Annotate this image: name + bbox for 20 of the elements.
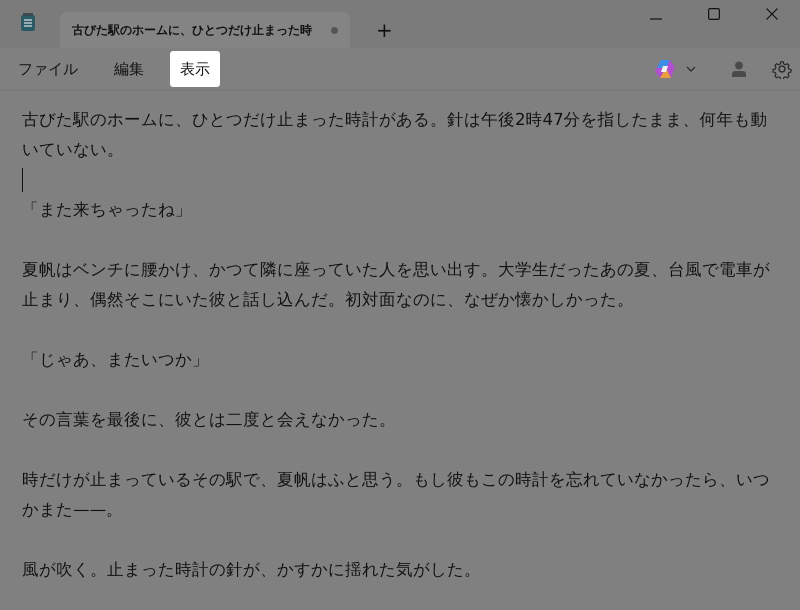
text-paragraph: 「また来ちゃったね」	[22, 199, 193, 221]
settings-icon[interactable]	[772, 59, 792, 79]
menu-item[interactable]: 編集	[104, 51, 154, 87]
chevron-down-icon[interactable]	[686, 66, 696, 72]
text-paragraph: 風が吹く。止まった時計の針が、かすかに揺れた気がした。	[22, 559, 482, 581]
document-tab[interactable]: 古びた駅のホームに、ひとつだけ止まった時	[60, 12, 350, 48]
text-paragraph: 夏帆はベンチに腰かけ、かつて隣に座っていた人を思い出す。大学生だったあの夏、台風で電車が止まり、偶然そこにいた彼と話し込んだ。初対面なのに、なぜか懐かしかった。	[22, 259, 771, 311]
minimize-icon[interactable]	[650, 18, 662, 20]
menu-item[interactable]: ファイル	[8, 51, 88, 87]
menu-item[interactable]: 表示	[170, 51, 220, 87]
close-icon[interactable]	[766, 8, 778, 20]
text-paragraph: 「じゃあ、またいつか」	[22, 349, 210, 371]
new-tab-button[interactable]: +	[370, 18, 399, 42]
text-paragraph: 時だけが止まっているその駅で、夏帆はふと思う。もし彼もこの時計を忘れていなかったら、いつかまた——。	[22, 469, 771, 521]
copilot-icon[interactable]	[654, 58, 676, 80]
notepad-icon	[20, 12, 36, 32]
text-paragraph: 古びた駅のホームに、ひとつだけ止まった時計がある。針は午後2時47分を指したまま、何年も動いていない。	[22, 109, 769, 161]
text-paragraph: その言葉を最後に、彼とは二度と会えなかった。	[22, 409, 397, 431]
maximize-icon[interactable]	[708, 8, 720, 20]
user-icon[interactable]	[732, 61, 746, 77]
